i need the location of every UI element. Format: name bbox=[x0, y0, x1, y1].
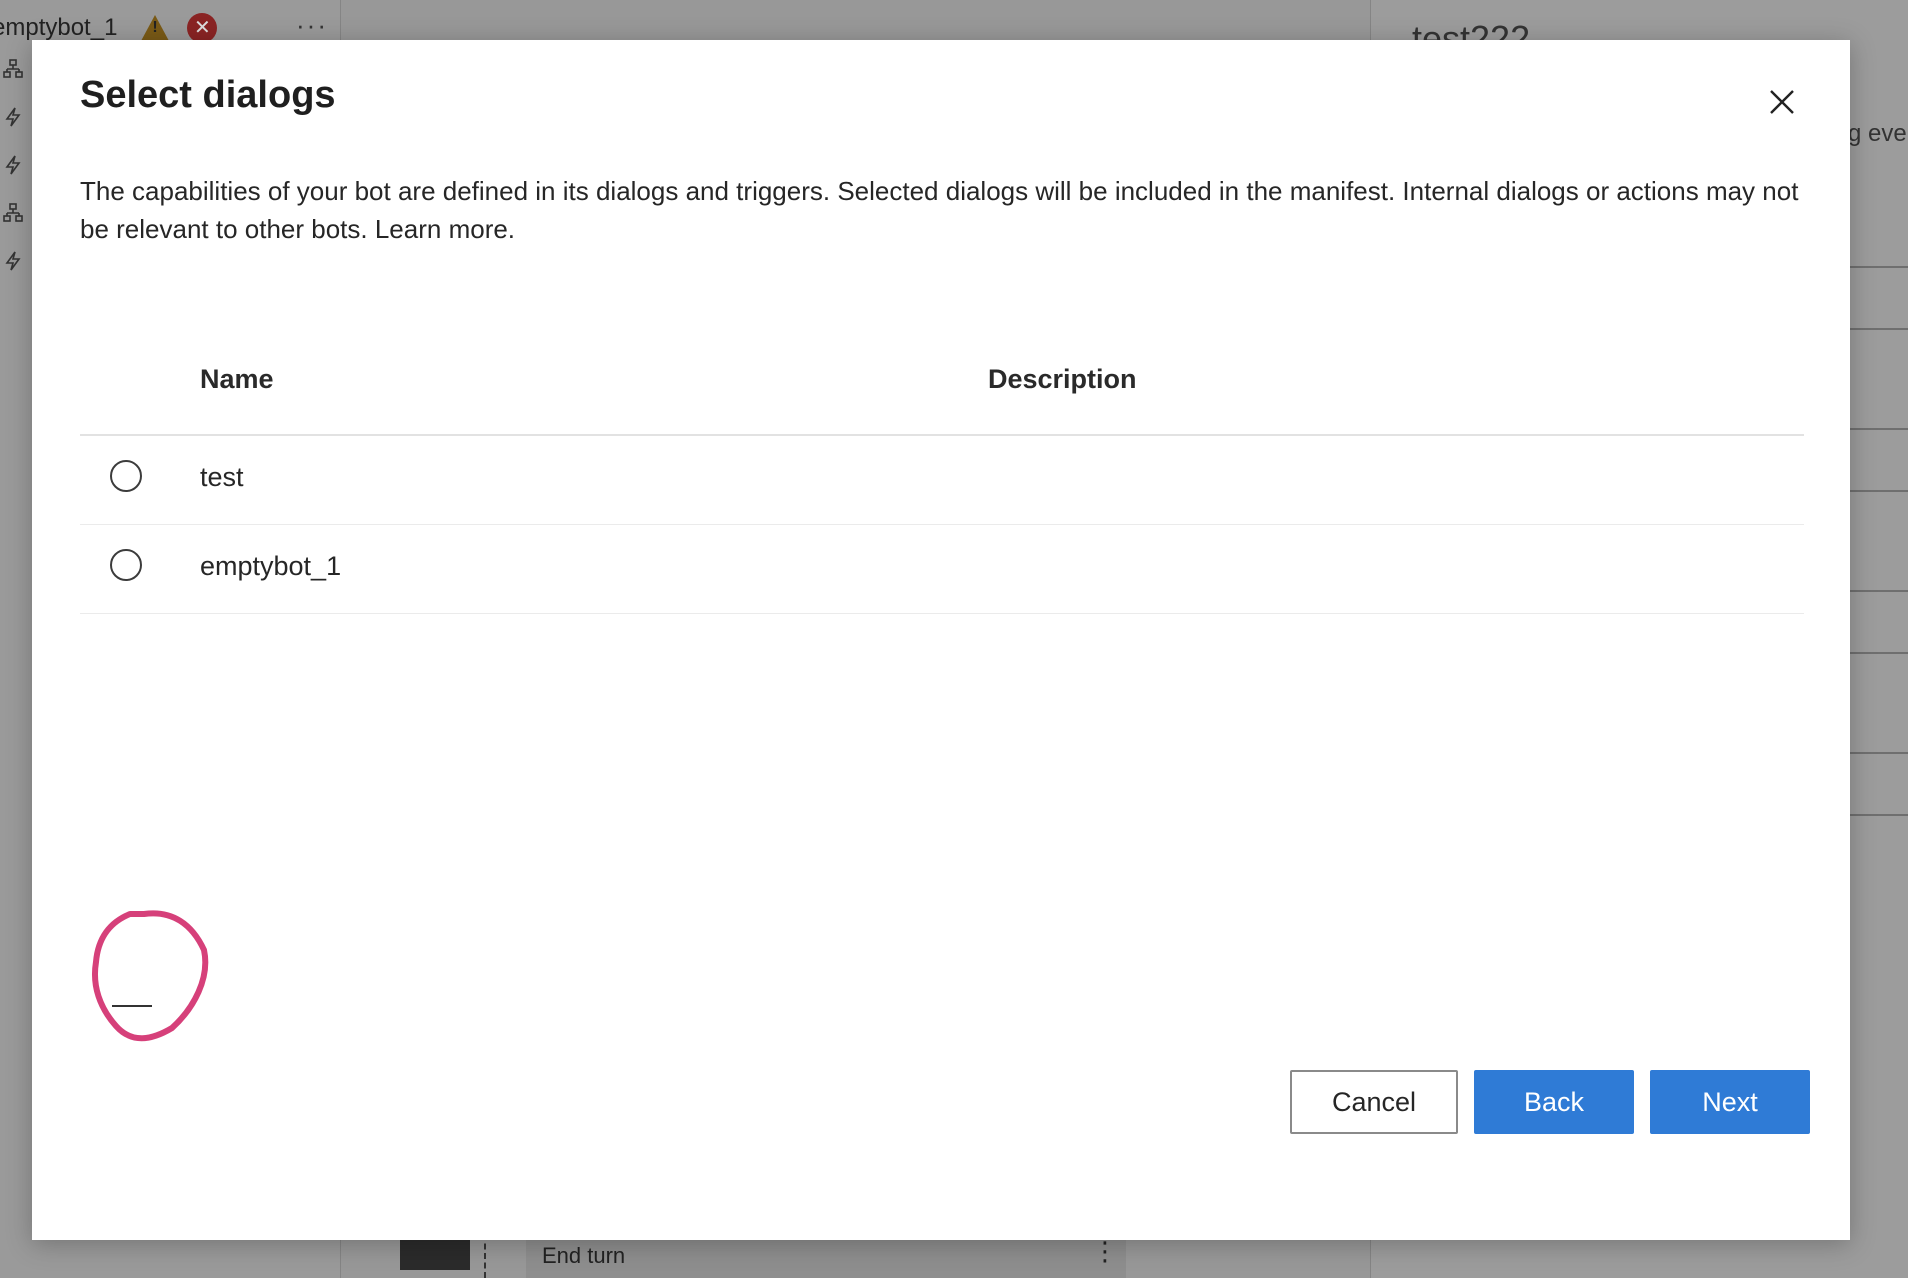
divider bbox=[1850, 266, 1908, 268]
modal-title: Select dialogs bbox=[80, 74, 336, 116]
table-row[interactable]: emptybot_1 bbox=[80, 525, 1804, 614]
cancel-button[interactable]: Cancel bbox=[1290, 1070, 1458, 1134]
properties-snippet: g even bbox=[1848, 120, 1908, 147]
modal-description: The capabilities of your bot are defined… bbox=[80, 176, 1799, 244]
divider bbox=[1850, 328, 1908, 330]
row-radio[interactable] bbox=[110, 460, 142, 492]
divider bbox=[1850, 428, 1908, 430]
end-turn-node: End turn bbox=[526, 1234, 1126, 1278]
row-name: emptybot_1 bbox=[200, 551, 342, 581]
trigger-icon bbox=[5, 251, 21, 271]
divider bbox=[1850, 490, 1908, 492]
annotation-circle-mark bbox=[92, 910, 209, 1042]
table-row[interactable]: test bbox=[80, 436, 1804, 525]
app-window: emptybot_1 ✕ ··· bbox=[0, 0, 1908, 1278]
divider bbox=[1850, 652, 1908, 654]
warning-icon bbox=[141, 15, 170, 41]
divider bbox=[1850, 590, 1908, 592]
trigger-icon bbox=[5, 107, 21, 127]
flow-connector bbox=[484, 1234, 486, 1278]
more-options-icon: ··· bbox=[296, 10, 328, 40]
select-dialogs-modal: Select dialogs The capabilities of your … bbox=[32, 40, 1850, 1240]
node-menu-icon: ⋮ bbox=[1092, 1236, 1118, 1266]
close-icon[interactable] bbox=[1762, 82, 1802, 122]
error-icon: ✕ bbox=[187, 13, 218, 43]
row-name: test bbox=[200, 462, 244, 492]
row-radio[interactable] bbox=[110, 549, 142, 581]
dialog-tree-icon bbox=[3, 203, 23, 222]
column-header-description[interactable]: Description bbox=[988, 364, 1137, 395]
dialogs-table: Name Description test emptybot_1 bbox=[80, 330, 1804, 614]
dialog-tree-icon bbox=[3, 59, 23, 78]
trigger-icon bbox=[5, 155, 21, 175]
table-header: Name Description bbox=[80, 330, 1804, 436]
back-button[interactable]: Back bbox=[1474, 1070, 1634, 1134]
next-button[interactable]: Next bbox=[1650, 1070, 1810, 1134]
divider bbox=[1850, 752, 1908, 754]
column-header-name[interactable]: Name bbox=[200, 364, 274, 395]
bot-name-label: emptybot_1 bbox=[0, 14, 118, 41]
divider bbox=[1850, 814, 1908, 816]
